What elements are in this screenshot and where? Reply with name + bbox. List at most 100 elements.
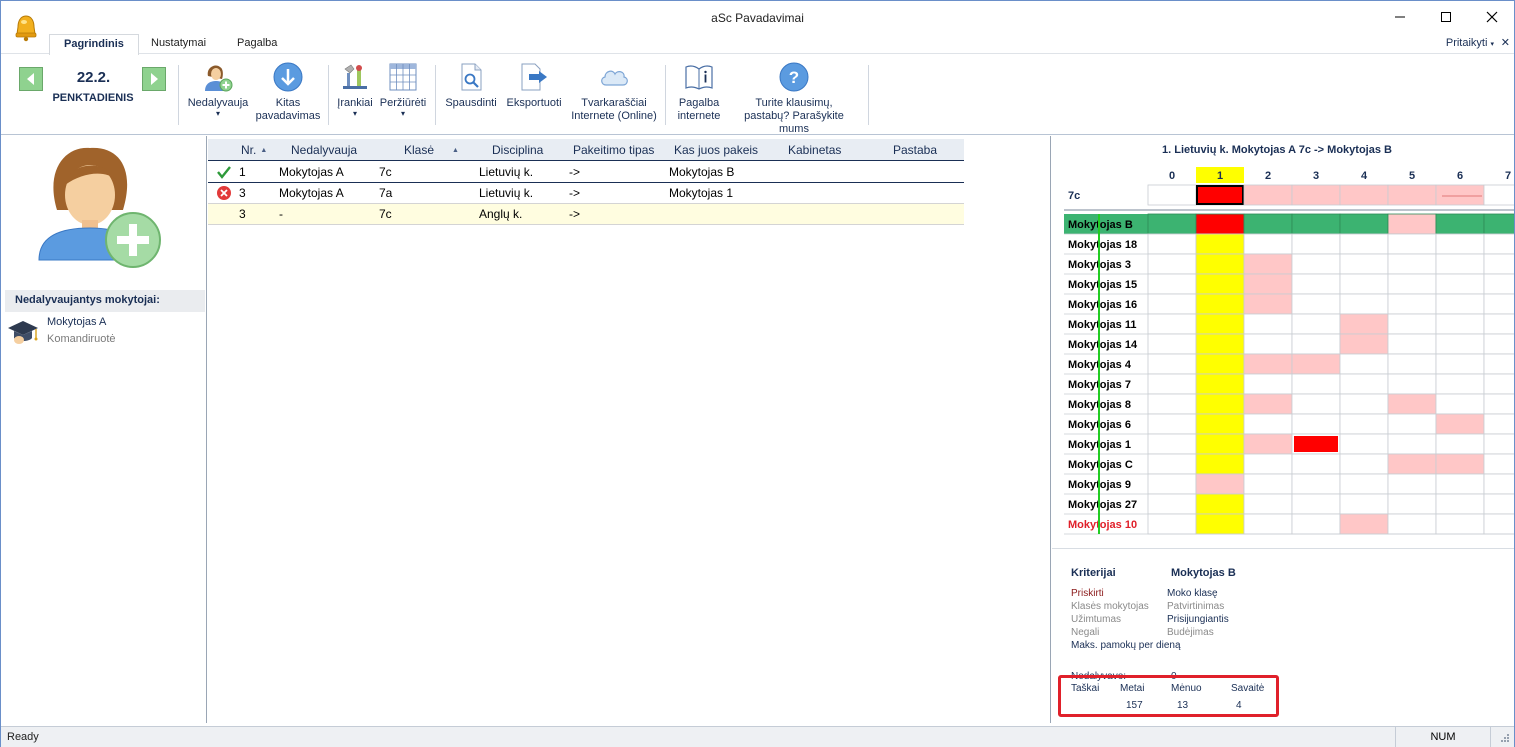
criterion-max-lessons: Maks. pamokų per dieną <box>1071 640 1181 651</box>
online-label-1: Tvarkaraščiai <box>581 97 647 109</box>
grid-cell <box>1483 473 1514 495</box>
grid-cell <box>1435 393 1485 415</box>
question-icon: ? <box>779 62 809 92</box>
grid-cell <box>1147 473 1197 495</box>
grid-cell <box>1195 473 1245 495</box>
resize-grip-icon[interactable] <box>1500 733 1510 743</box>
column-subject[interactable]: Disciplina <box>492 143 543 157</box>
table-row[interactable]: 3 Mokytojas A 7a Lietuvių k. -> Mokytoja… <box>208 183 964 204</box>
next-label-2: pavadavimas <box>255 110 321 122</box>
criterion-duty: Budėjimas <box>1167 627 1214 638</box>
score-month-label: Mėnuo <box>1171 683 1202 694</box>
column-absent[interactable]: Nedalyvauja <box>291 143 357 157</box>
grid-cell <box>1387 433 1437 455</box>
grid-cell <box>1387 333 1437 355</box>
grid-cell <box>1147 293 1197 315</box>
grid-cell <box>1147 393 1197 415</box>
column-room[interactable]: Kabinetas <box>788 143 841 157</box>
class-cell-3 <box>1291 184 1341 206</box>
column-class-label: Klasė <box>404 143 435 157</box>
tab-nustatymai[interactable]: Nustatymai <box>137 34 220 55</box>
help-online-button[interactable]: Pagalba internete <box>671 61 727 123</box>
chevron-down-icon: ▾ <box>1490 41 1494 48</box>
grid-cell <box>1147 513 1197 535</box>
checkmark-icon <box>217 166 231 179</box>
column-note[interactable]: Pastaba <box>893 143 937 157</box>
graduation-cap-icon <box>8 321 38 344</box>
grid-cell <box>1435 313 1485 335</box>
row-type: -> <box>569 207 581 221</box>
print-button[interactable]: Spausdinti <box>441 61 501 110</box>
questions-label-1: Turite klausimų, <box>755 97 833 109</box>
table-row[interactable]: 1 Mokytojas A 7c Lietuvių k. -> Mokytoja… <box>208 162 964 183</box>
bell-app-icon[interactable] <box>11 13 41 43</box>
grid-cell <box>1387 473 1437 495</box>
period-header-6: 6 <box>1457 170 1463 182</box>
absent-teacher-item[interactable]: Mokytojas A Komandiruotė <box>7 316 203 350</box>
grid-cell <box>1387 233 1437 255</box>
app-window: aSc Pavadavimai Pagrindinis Nustatymai P… <box>0 0 1515 747</box>
grid-cell <box>1147 453 1197 475</box>
ribbon-close-icon[interactable]: ✕ <box>1501 36 1510 49</box>
questions-button[interactable]: ? Turite klausimų, pastabų? Parašykite m… <box>734 61 854 136</box>
score-month-value: 13 <box>1177 700 1189 711</box>
grid-cell <box>1339 353 1389 375</box>
arrow-left-icon <box>27 73 34 85</box>
grid-cell <box>1291 393 1341 415</box>
previous-day-button[interactable] <box>19 67 43 91</box>
tools-button[interactable]: Įrankiai ▾ <box>333 61 377 118</box>
next-day-button[interactable] <box>142 67 166 91</box>
grid-cell <box>1483 453 1514 475</box>
absent-button[interactable]: Nedalyvauja ▾ <box>185 61 251 118</box>
grid-cell <box>1483 333 1514 355</box>
table-row[interactable]: 3 - 7c Anglų k. -> <box>208 204 964 225</box>
grid-cell <box>1483 373 1514 395</box>
grid-cell <box>1483 293 1514 315</box>
view-button[interactable]: Peržiūrėti ▾ <box>377 61 429 118</box>
column-nr[interactable]: Nr. ▲ <box>241 143 267 157</box>
tab-pagrindinis[interactable]: Pagrindinis <box>49 34 139 55</box>
grid-cell <box>1147 413 1197 435</box>
row-absent: - <box>279 207 283 221</box>
column-replacement[interactable]: Kas juos pakeis <box>674 143 758 157</box>
grid-cell <box>1291 353 1341 375</box>
add-absent-teacher-avatar[interactable] <box>35 140 165 270</box>
timetables-online-button[interactable]: Tvarkaraščiai Internete (Online) <box>566 61 662 123</box>
next-substitution-button[interactable]: Kitas pavadavimas <box>253 61 323 123</box>
current-day: PENKTADIENIS <box>52 92 134 104</box>
online-label-2: Internete (Online) <box>571 110 657 122</box>
grid-cell <box>1195 393 1245 415</box>
close-window-button[interactable] <box>1469 4 1515 30</box>
maximize-button[interactable] <box>1423 4 1469 30</box>
grid-cell <box>1387 413 1437 435</box>
maximize-icon <box>1441 12 1451 22</box>
column-class[interactable]: Klasė ▲ <box>404 143 459 157</box>
ribbon-separator <box>665 65 666 125</box>
row-replacement: Mokytojas B <box>669 165 735 179</box>
export-button[interactable]: Eksportuoti <box>503 61 565 110</box>
grid-cell <box>1243 313 1293 335</box>
teacher-name-5: Mokytojas 11 <box>1068 319 1136 331</box>
cloud-icon <box>601 70 628 86</box>
grid-cell <box>1387 393 1437 415</box>
print-preview-icon <box>461 63 482 91</box>
criterion-confirmation: Patvirtinimas <box>1167 601 1225 612</box>
customize-menu[interactable]: Pritaikyti ▾ <box>1446 37 1494 49</box>
grid-cell <box>1195 353 1245 375</box>
grid-cell <box>1243 293 1293 315</box>
row-replacement: Mokytojas 1 <box>669 186 734 200</box>
grid-cell <box>1291 513 1341 535</box>
row-class: 7a <box>379 186 393 200</box>
grid-cell <box>1291 333 1341 355</box>
class-cell-6 <box>1435 184 1485 206</box>
minimize-button[interactable] <box>1377 4 1423 30</box>
grid-cell <box>1195 413 1245 435</box>
column-type[interactable]: Pakeitimo tipas <box>573 143 654 157</box>
grid-cell <box>1195 493 1245 515</box>
status-bar: Ready NUM <box>1 726 1514 747</box>
period-header-3: 3 <box>1313 170 1319 182</box>
grid-cell <box>1291 293 1341 315</box>
tab-pagalba[interactable]: Pagalba <box>223 34 291 55</box>
grid-cell <box>1483 213 1514 235</box>
grid-cell <box>1339 473 1389 495</box>
